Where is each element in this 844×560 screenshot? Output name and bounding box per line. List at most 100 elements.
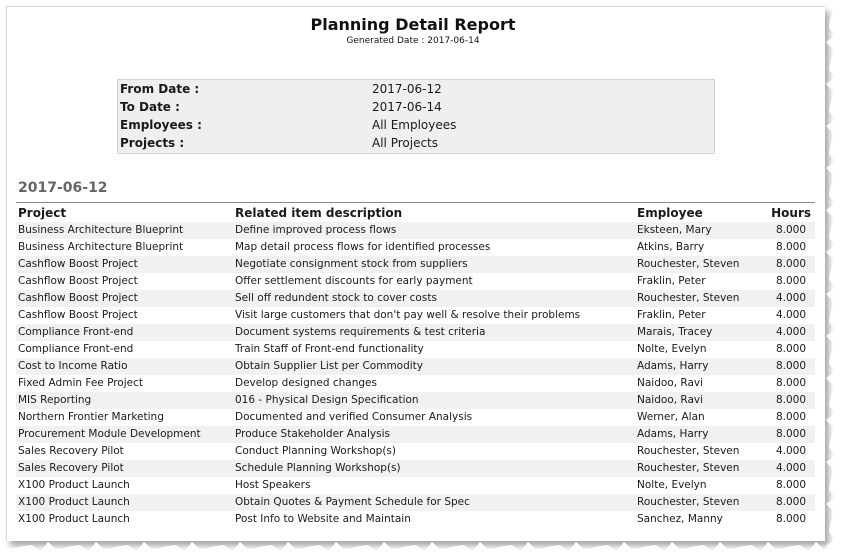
table-row: Sales Recovery Pilot Conduct Planning Wor… <box>16 443 815 460</box>
cell-hours: 4.000 <box>775 309 806 321</box>
cell-employee: Rouchester, Steven <box>637 496 740 508</box>
cell-hours: 8.000 <box>775 258 806 270</box>
column-header-description: Related item description <box>235 206 403 220</box>
cell-hours: 8.000 <box>775 428 806 440</box>
cell-project: Business Architecture Blueprint <box>18 224 184 236</box>
table-row: X100 Product Launch Host Speakers Nolte, E… <box>16 477 815 494</box>
table-row: Sales Recovery Pilot Schedule Planning Wo… <box>16 460 815 477</box>
cell-employee: Sanchez, Manny <box>637 513 723 525</box>
cell-project: Cashflow Boost Project <box>18 309 138 321</box>
cell-description: Define improved process flows <box>235 224 397 236</box>
cell-employee: Atkins, Barry <box>637 241 705 253</box>
table-row: Northern Frontier Marketing Documented an… <box>16 409 815 426</box>
cell-description: Visit large customers that don't pay wel… <box>235 309 581 321</box>
table-row: Compliance Front-end Document systems req… <box>16 324 815 341</box>
cell-employee: Rouchester, Steven <box>637 462 740 474</box>
cell-description: Map detail process flows for identified … <box>235 241 491 253</box>
cell-employee: Rouchester, Steven <box>637 292 740 304</box>
cell-employee: Fraklin, Peter <box>637 309 706 321</box>
cell-hours: 8.000 <box>775 241 806 253</box>
generated-date-label: Generated Date : <box>346 36 425 46</box>
cell-employee: Eksteen, Mary <box>637 224 712 236</box>
param-label: Employees : <box>120 118 202 132</box>
cell-project: X100 Product Launch <box>18 479 130 491</box>
cell-project: Compliance Front-end <box>18 326 134 338</box>
table-header: Project Related item description Employe… <box>16 202 815 222</box>
cell-project: Fixed Admin Fee Project <box>18 377 143 389</box>
param-label: Projects : <box>120 136 185 150</box>
cell-project: Sales Recovery Pilot <box>18 445 124 457</box>
cell-employee: Nolte, Evelyn <box>637 343 707 355</box>
column-header-project: Project <box>18 206 67 220</box>
cell-hours: 8.000 <box>775 343 806 355</box>
generated-date-value: 2017-06-14 <box>427 36 480 46</box>
table-body: Business Architecture Blueprint Define im… <box>16 222 815 528</box>
planning-table: Project Related item description Employe… <box>16 202 815 528</box>
cell-description: Host Speakers <box>235 479 311 491</box>
table-row: Cashflow Boost Project Visit large custom… <box>16 307 815 324</box>
cell-employee: Naidoo, Ravi <box>637 394 704 406</box>
column-header-hours: Hours <box>771 206 811 220</box>
param-value: 2017-06-12 <box>372 82 442 96</box>
table-row: Fixed Admin Fee Project Develop designed … <box>16 375 815 392</box>
cell-hours: 8.000 <box>775 411 806 423</box>
cell-description: Train Staff of Front-end functionality <box>235 343 424 355</box>
cell-project: Cost to Income Ratio <box>18 360 128 372</box>
table-row: Business Architecture Blueprint Map detai… <box>16 239 815 256</box>
cell-employee: Marais, Tracey <box>637 326 713 338</box>
table-row: Procurement Module Development Produce St… <box>16 426 815 443</box>
cell-employee: Rouchester, Steven <box>637 258 740 270</box>
cell-project: Cashflow Boost Project <box>18 258 138 270</box>
report-parameters-box: From Date : 2017-06-12 To Date : 2017-06… <box>117 79 715 154</box>
cell-hours: 8.000 <box>775 479 806 491</box>
table-row: Cashflow Boost Project Offer settlement d… <box>16 273 815 290</box>
cell-hours: 8.000 <box>775 377 806 389</box>
cell-description: Sell off redundent stock to cover costs <box>235 292 437 304</box>
cell-hours: 8.000 <box>775 394 806 406</box>
cell-description: Conduct Planning Workshop(s) <box>235 445 396 457</box>
cell-description: Schedule Planning Workshop(s) <box>235 462 401 474</box>
cell-hours: 8.000 <box>775 360 806 372</box>
param-value: All Projects <box>372 136 438 150</box>
cell-project: Compliance Front-end <box>18 343 134 355</box>
cell-hours: 4.000 <box>775 462 806 474</box>
param-value: All Employees <box>372 118 457 132</box>
section-date-heading: 2017-06-12 <box>18 180 108 196</box>
table-row: Cashflow Boost Project Negotiate consignm… <box>16 256 815 273</box>
cell-employee: Naidoo, Ravi <box>637 377 704 389</box>
cell-hours: 8.000 <box>775 513 806 525</box>
table-row: Cost to Income Ratio Obtain Supplier List… <box>16 358 815 375</box>
cell-hours: 8.000 <box>775 224 806 236</box>
cell-description: Post Info to Website and Maintain <box>235 513 411 525</box>
table-row: MIS Reporting 016 - Physical Design Speci… <box>16 392 815 409</box>
column-header-employee: Employee <box>637 206 703 220</box>
cell-project: Procurement Module Development <box>18 428 201 440</box>
cell-employee: Adams, Harry <box>637 428 709 440</box>
cell-project: Cashflow Boost Project <box>18 275 138 287</box>
cell-description: Offer settlement discounts for early pay… <box>235 275 473 287</box>
table-row: Compliance Front-end Train Staff of Front… <box>16 341 815 358</box>
cell-employee: Adams, Harry <box>637 360 709 372</box>
cell-project: Business Architecture Blueprint <box>18 241 184 253</box>
param-label: To Date : <box>120 100 180 114</box>
cell-hours: 4.000 <box>775 326 806 338</box>
cell-project: Cashflow Boost Project <box>18 292 138 304</box>
table-row: Business Architecture Blueprint Define im… <box>16 222 815 239</box>
cell-employee: Werner, Alan <box>637 411 705 423</box>
cell-employee: Nolte, Evelyn <box>637 479 707 491</box>
generated-date-line: Generated Date : 2017-06-14 <box>0 36 826 46</box>
param-label: From Date : <box>120 82 200 96</box>
table-row: X100 Product Launch Post Info to Website … <box>16 511 815 528</box>
report-title: Planning Detail Report <box>310 15 516 34</box>
cell-description: 016 - Physical Design Specification <box>235 394 419 406</box>
cell-description: Document systems requirements & test cri… <box>235 326 486 338</box>
cell-hours: 4.000 <box>775 292 806 304</box>
cell-project: X100 Product Launch <box>18 496 130 508</box>
table-row: X100 Product Launch Obtain Quotes & Payme… <box>16 494 815 511</box>
table-row: Cashflow Boost Project Sell off redundent… <box>16 290 815 307</box>
cell-description: Documented and verified Consumer Analysi… <box>235 411 473 423</box>
cell-description: Develop designed changes <box>235 377 377 389</box>
param-value: 2017-06-14 <box>372 100 442 114</box>
cell-description: Obtain Supplier List per Commodity <box>235 360 424 372</box>
cell-employee: Fraklin, Peter <box>637 275 706 287</box>
